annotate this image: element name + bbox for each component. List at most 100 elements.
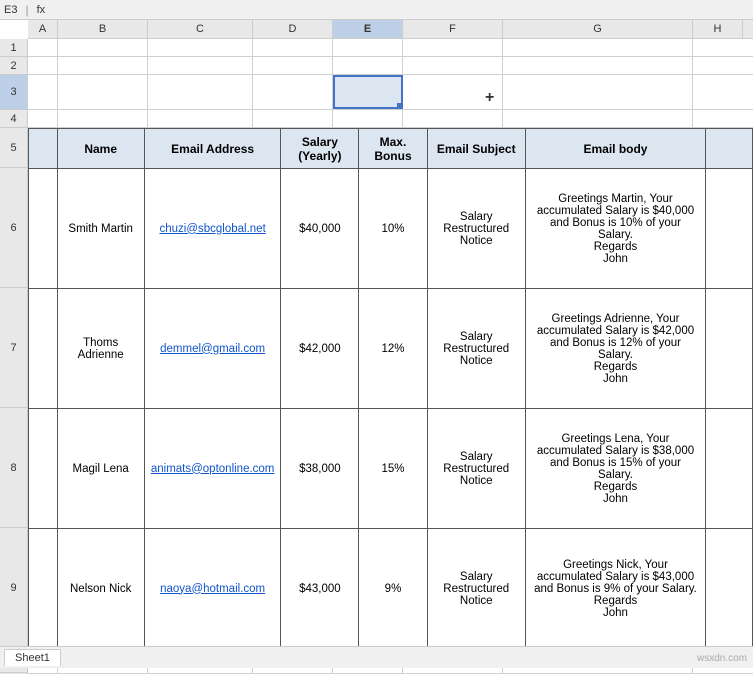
sheet-tab[interactable]: Sheet1	[4, 649, 61, 666]
cell-reference: E3	[4, 4, 17, 16]
cursor-plus-icon: +	[485, 89, 494, 107]
table-row: Smith Martin chuzi@sbcglobal.net $40,000…	[29, 169, 753, 289]
col-header-g[interactable]: G	[503, 20, 693, 38]
cell-e1[interactable]	[333, 39, 403, 56]
cell-row6-email[interactable]: chuzi@sbcglobal.net	[144, 169, 281, 289]
row-num-5[interactable]: 5	[0, 128, 27, 168]
header-salary: Salary (Yearly)	[281, 129, 359, 169]
cell-a1[interactable]	[28, 39, 58, 56]
cell-row6-bonus[interactable]: 10%	[359, 169, 427, 289]
cell-c3[interactable]	[148, 75, 253, 109]
col-header-e[interactable]: E	[333, 20, 403, 38]
cell-d2[interactable]	[253, 57, 333, 74]
cell-row9-body[interactable]: Greetings Nick, Your accumulated Salary …	[525, 529, 705, 649]
cell-b3[interactable]	[58, 75, 148, 109]
data-table: Name Email Address Salary (Yearly) Max. …	[28, 128, 753, 649]
cell-h1[interactable]	[693, 39, 743, 56]
email-link-row8[interactable]: animats@optonline.com	[151, 463, 275, 475]
cell-f1[interactable]	[403, 39, 503, 56]
cell-e2[interactable]	[333, 57, 403, 74]
row-num-8[interactable]: 8	[0, 408, 27, 528]
cell-row7-subject[interactable]: SalaryRestructuredNotice	[427, 289, 525, 409]
cell-row8-name[interactable]: Magil Lena	[57, 409, 144, 529]
cell-row8-body[interactable]: Greetings Lena, Your accumulated Salary …	[525, 409, 705, 529]
cell-e4[interactable]	[333, 110, 403, 127]
cell-row6-subject[interactable]: SalaryRestructuredNotice	[427, 169, 525, 289]
header-subject: Email Subject	[427, 129, 525, 169]
cell-h4[interactable]	[693, 110, 743, 127]
spreadsheet: E3 | fx A B C D E F G H 1 2 3 4 5 6 7 8 …	[0, 0, 753, 668]
email-link-row9[interactable]: naoya@hotmail.com	[160, 583, 265, 595]
row-num-7[interactable]: 7	[0, 288, 27, 408]
col-header-d[interactable]: D	[253, 20, 333, 38]
header-email: Email Address	[144, 129, 281, 169]
cell-e3[interactable]	[333, 75, 403, 109]
cell-c4[interactable]	[148, 110, 253, 127]
cell-row6-salary[interactable]: $40,000	[281, 169, 359, 289]
sheet-tab-bar: Sheet1 wsxdn.com	[0, 646, 753, 668]
cell-row6-name[interactable]: Smith Martin	[57, 169, 144, 289]
cell-f4[interactable]	[403, 110, 503, 127]
cell-row8-a[interactable]	[29, 409, 58, 529]
cell-b4[interactable]	[58, 110, 148, 127]
cell-row8-salary[interactable]: $38,000	[281, 409, 359, 529]
cell-row7-email[interactable]: demmel@gmail.com	[144, 289, 281, 409]
cell-row7-a[interactable]	[29, 289, 58, 409]
cell-d3[interactable]	[253, 75, 333, 109]
row-num-4[interactable]: 4	[0, 110, 27, 128]
col-header-f[interactable]: F	[403, 20, 503, 38]
cell-g3[interactable]: +	[503, 75, 693, 109]
cell-f2[interactable]	[403, 57, 503, 74]
cell-c2[interactable]	[148, 57, 253, 74]
cell-row8-bonus[interactable]: 15%	[359, 409, 427, 529]
cell-row9-email[interactable]: naoya@hotmail.com	[144, 529, 281, 649]
header-empty	[29, 129, 58, 169]
cell-c1[interactable]	[148, 39, 253, 56]
cell-a3[interactable]	[28, 75, 58, 109]
row-num-6[interactable]: 6	[0, 168, 27, 288]
cell-row7-extra[interactable]	[706, 289, 753, 409]
col-header-b[interactable]: B	[58, 20, 148, 38]
cell-g4[interactable]	[503, 110, 693, 127]
cell-row9-extra[interactable]	[706, 529, 753, 649]
cell-row8-extra[interactable]	[706, 409, 753, 529]
cell-g2[interactable]	[503, 57, 693, 74]
header-bonus: Max. Bonus	[359, 129, 427, 169]
cell-row9-name[interactable]: Nelson Nick	[57, 529, 144, 649]
cell-b1[interactable]	[58, 39, 148, 56]
cell-row7-bonus[interactable]: 12%	[359, 289, 427, 409]
col-header-a[interactable]: A	[28, 20, 58, 38]
cell-row9-a[interactable]	[29, 529, 58, 649]
cell-g1[interactable]	[503, 39, 693, 56]
row-num-9[interactable]: 9	[0, 528, 27, 648]
cell-a4[interactable]	[28, 110, 58, 127]
row-num-3[interactable]: 3	[0, 75, 27, 110]
cell-row7-body[interactable]: Greetings Adrienne, Your accumulated Sal…	[525, 289, 705, 409]
row-num-1[interactable]: 1	[0, 39, 27, 57]
cell-row7-name[interactable]: Thoms Adrienne	[57, 289, 144, 409]
cell-row7-salary[interactable]: $42,000	[281, 289, 359, 409]
cell-row6-extra[interactable]	[706, 169, 753, 289]
cell-row6-a[interactable]	[29, 169, 58, 289]
cell-row8-subject[interactable]: SalaryRestructuredNotice	[427, 409, 525, 529]
row-num-2[interactable]: 2	[0, 57, 27, 75]
cell-d4[interactable]	[253, 110, 333, 127]
cell-a2[interactable]	[28, 57, 58, 74]
table-header-row: Name Email Address Salary (Yearly) Max. …	[29, 129, 753, 169]
cell-row9-salary[interactable]: $43,000	[281, 529, 359, 649]
email-link-row7[interactable]: demmel@gmail.com	[160, 343, 265, 355]
cell-row6-body[interactable]: Greetings Martin, Your accumulated Salar…	[525, 169, 705, 289]
cell-b2[interactable]	[58, 57, 148, 74]
fill-handle[interactable]	[397, 103, 403, 109]
cell-d1[interactable]	[253, 39, 333, 56]
cell-h2[interactable]	[693, 57, 743, 74]
cell-row9-subject[interactable]: SalaryRestructuredNotice	[427, 529, 525, 649]
formula-content: fx	[37, 4, 46, 16]
table-row: Magil Lena animats@optonline.com $38,000…	[29, 409, 753, 529]
col-header-c[interactable]: C	[148, 20, 253, 38]
email-link-row6[interactable]: chuzi@sbcglobal.net	[159, 223, 265, 235]
cell-h3[interactable]	[693, 75, 743, 109]
cell-row8-email[interactable]: animats@optonline.com	[144, 409, 281, 529]
col-header-h[interactable]: H	[693, 20, 743, 38]
cell-row9-bonus[interactable]: 9%	[359, 529, 427, 649]
